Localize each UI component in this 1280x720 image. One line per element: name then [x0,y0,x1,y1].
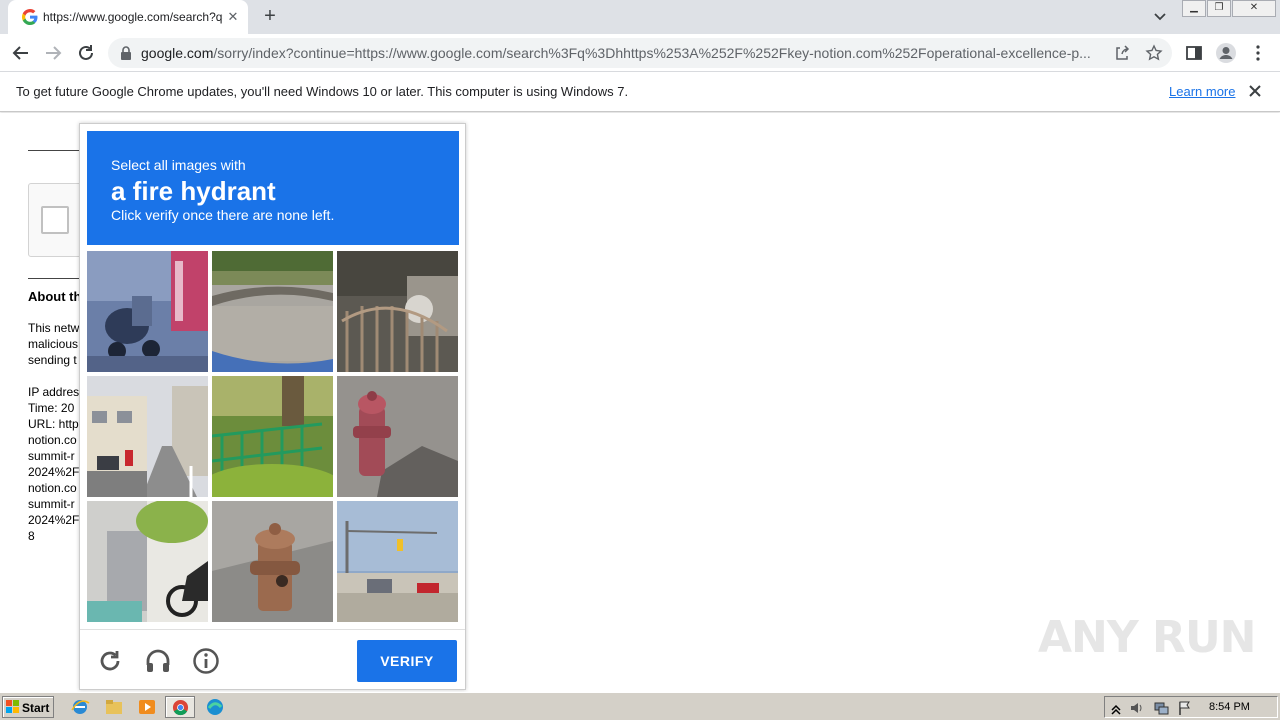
image-tile-6[interactable] [337,376,458,497]
image-tile-9[interactable] [337,501,458,622]
about-heading: About th [28,289,82,304]
tab-title: https://www.google.com/search?q= [43,10,223,24]
image-tile-3[interactable] [337,251,458,372]
audio-challenge-icon[interactable] [144,647,172,675]
system-tray: 8:54 PM [1104,696,1278,718]
media-player-icon[interactable] [136,697,158,717]
browser-toolbar: google.com/sorry/index?continue=https://… [0,34,1280,72]
edge-icon[interactable] [204,697,226,717]
image-tile-1[interactable] [87,251,208,372]
share-icon[interactable] [1114,45,1130,61]
restore-button[interactable]: ❐ [1207,0,1231,17]
image-tile-8[interactable] [212,501,333,622]
image-tile-4[interactable] [87,376,208,497]
clock[interactable]: 8:54 PM [1209,701,1250,713]
infobar-message: To get future Google Chrome updates, you… [16,84,629,99]
network-icon[interactable] [1153,700,1169,716]
tab-strip: https://www.google.com/search?q= ✕ + ▁ ❐… [0,0,1280,34]
challenge-header: Select all images with a fire hydrant Cl… [87,131,459,245]
info-icon[interactable] [192,647,220,675]
new-tab-button[interactable]: + [260,6,280,27]
image-tile-5[interactable] [212,376,333,497]
start-button[interactable]: Start [2,696,54,718]
window-controls: ▁ ❐ ✕ [1182,0,1277,18]
start-label: Start [22,701,50,715]
target-object: a fire hydrant [111,176,276,206]
update-infobar: To get future Google Chrome updates, you… [0,72,1280,112]
reload-challenge-icon[interactable] [96,647,124,675]
instruction-line: Click verify once there are none left. [111,207,335,223]
reload-icon[interactable] [75,42,97,64]
tab-close-icon[interactable]: ✕ [225,9,241,25]
image-tile-2[interactable] [212,251,333,372]
learn-more-link[interactable]: Learn more [1169,84,1235,99]
recaptcha-checkbox[interactable] [41,206,69,234]
volume-icon[interactable] [1129,700,1145,716]
kebab-menu-icon[interactable] [1248,43,1268,63]
instruction-line: Select all images with [111,157,246,173]
chrome-icon [172,699,189,716]
verify-button[interactable]: VERIFY [357,640,457,682]
chrome-taskbar-button[interactable] [165,696,195,718]
tray-expand-icon[interactable] [1108,700,1124,716]
minimize-button[interactable]: ▁ [1182,0,1206,17]
anyrun-watermark: ANY RUN [1038,612,1256,663]
address-bar[interactable]: google.com/sorry/index?continue=https://… [108,38,1172,68]
image-tile-7[interactable] [87,501,208,622]
url-text: google.com/sorry/index?continue=https://… [141,45,1091,61]
side-panel-icon[interactable] [1184,43,1204,63]
browser-tab[interactable]: https://www.google.com/search?q= ✕ [8,0,248,34]
action-center-flag-icon[interactable] [1177,700,1193,716]
google-g-icon [22,9,38,25]
challenge-footer: VERIFY [80,629,465,689]
back-arrow-icon[interactable] [10,42,32,64]
tab-search-chevron-icon[interactable] [1150,9,1170,25]
image-grid [87,251,460,624]
windows-logo-icon [6,700,19,713]
recaptcha-challenge: Select all images with a fire hydrant Cl… [79,123,466,690]
window-close-button[interactable]: ✕ [1232,0,1276,17]
infobar-close-icon[interactable] [1248,84,1262,98]
bookmark-star-icon[interactable] [1145,44,1163,62]
forward-arrow-icon[interactable] [42,42,64,64]
windows-taskbar: Start 8:54 PM [0,692,1280,720]
file-explorer-icon[interactable] [103,697,125,717]
profile-avatar-icon[interactable] [1215,42,1237,64]
lock-icon[interactable] [120,46,132,60]
internet-explorer-icon[interactable] [69,697,91,717]
